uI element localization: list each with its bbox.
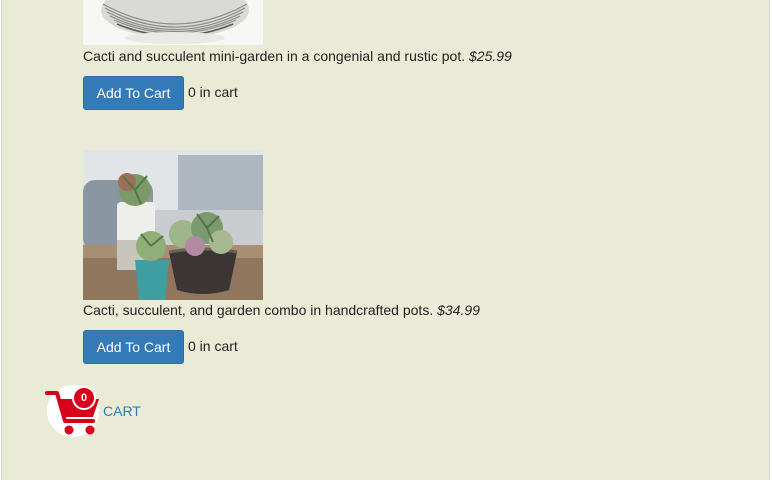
description-text: Cacti and succulent mini-garden in a con… <box>83 48 466 64</box>
plate-stack-image <box>83 0 263 45</box>
add-to-cart-button-1[interactable]: Add To Cart <box>83 76 184 110</box>
product-list-page: Cacti and succulent mini-garden in a con… <box>1 0 770 480</box>
add-to-cart-button-2[interactable]: Add To Cart <box>83 330 184 364</box>
product-price: $25.99 <box>469 48 512 64</box>
succulent-pots-image <box>83 150 263 300</box>
product-image-1 <box>83 0 263 45</box>
product-price: $34.99 <box>437 302 480 318</box>
in-cart-count-2: 0 in cart <box>188 338 238 354</box>
description-text: Cacti, succulent, and garden combo in ha… <box>83 302 434 318</box>
cart-link[interactable]: CART <box>103 403 141 419</box>
product-description-2: Cacti, succulent, and garden combo in ha… <box>83 302 480 318</box>
in-cart-count-1: 0 in cart <box>188 84 238 100</box>
product-description-1: Cacti and succulent mini-garden in a con… <box>83 48 512 64</box>
cart-count-badge: 0 <box>72 386 96 410</box>
product-image-2 <box>83 150 263 300</box>
